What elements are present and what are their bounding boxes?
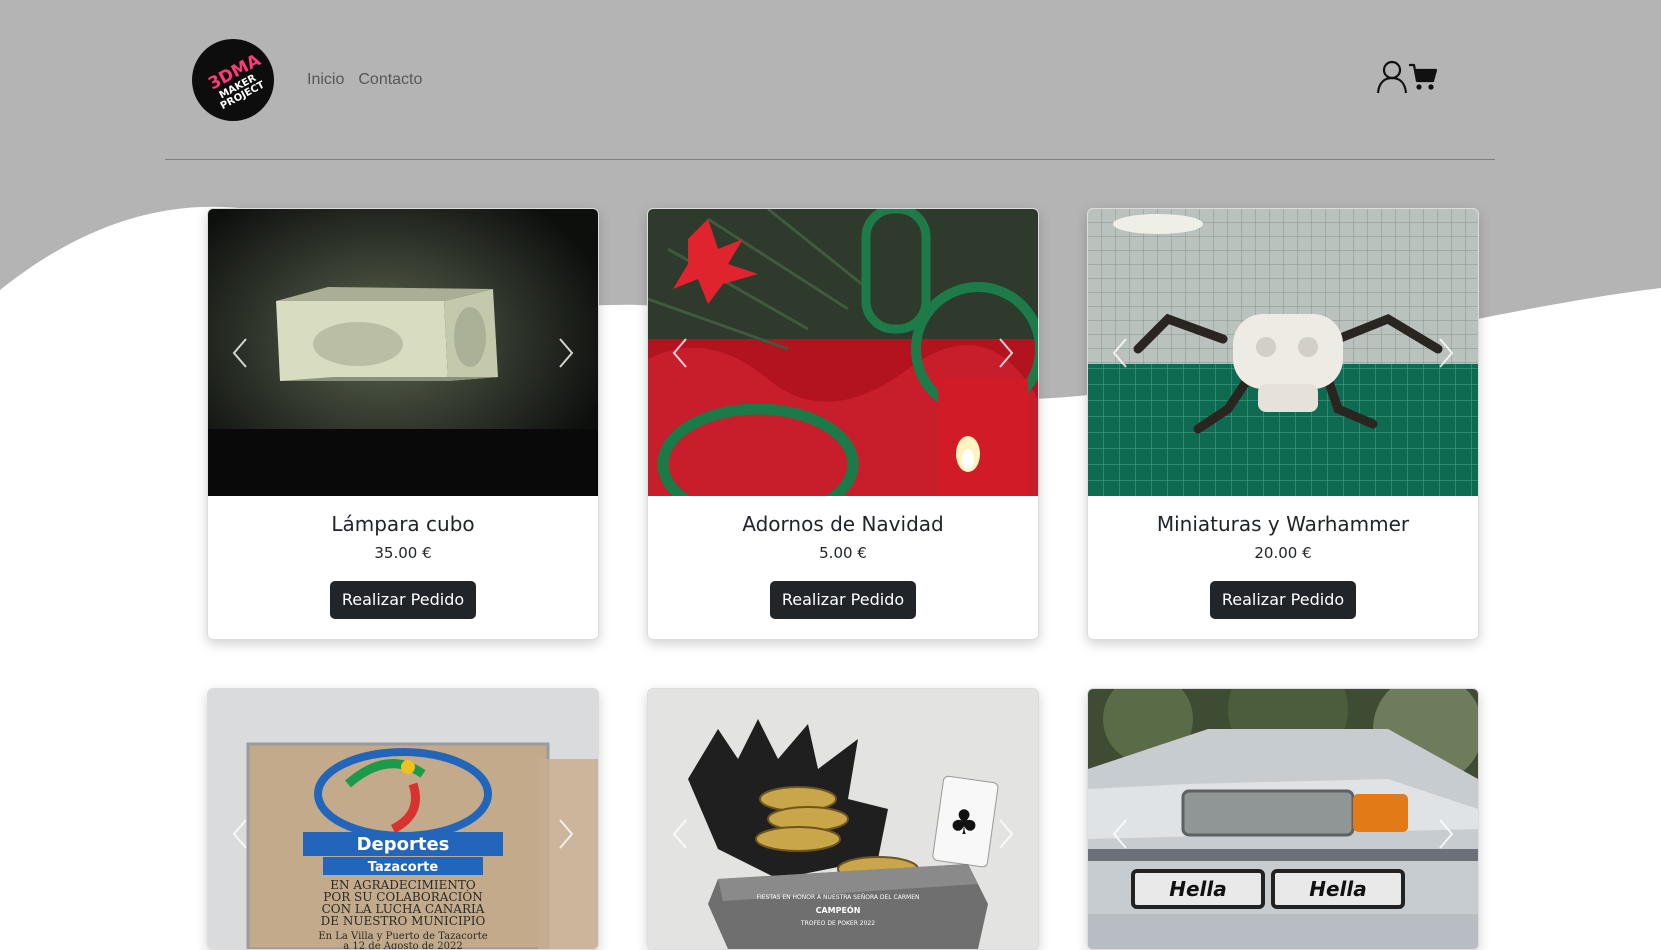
product-price: 20.00 €	[1254, 544, 1312, 562]
product-card: Hella Hella	[1087, 688, 1479, 950]
nav-link-inicio[interactable]: Inicio	[307, 70, 344, 90]
poker-trophy-photo: ♣ FIESTAS EN HONOR A NUESTRA SEÑORA DEL …	[648, 689, 1038, 949]
carousel-prev-button[interactable]	[228, 333, 252, 373]
plaque-line-6: a 12 de Agosto de 2022	[343, 941, 462, 949]
card-body: Miniaturas y Warhammer 20.00 € Realizar …	[1088, 496, 1478, 639]
christmas-ornaments-photo	[648, 209, 1038, 496]
plaque-line-4: DE NUESTRO MUNICIPIO	[321, 914, 486, 928]
product-title: Miniaturas y Warhammer	[1156, 512, 1410, 536]
carousel-next-button[interactable]	[994, 814, 1018, 854]
trophy-line-3: TROFEO DE POKER 2022	[800, 920, 875, 927]
user-icon[interactable]	[1376, 60, 1408, 98]
product-price: 5.00 €	[819, 544, 867, 562]
nav-icons	[1376, 60, 1438, 98]
product-carousel	[648, 209, 1038, 496]
carousel-prev-button[interactable]	[1108, 814, 1132, 854]
order-button[interactable]: Realizar Pedido	[329, 581, 477, 619]
header-divider	[165, 159, 1495, 160]
nav-link-contacto[interactable]: Contacto	[358, 70, 422, 90]
carousel-prev-button[interactable]	[668, 814, 692, 854]
product-price: 35.00 €	[374, 544, 432, 562]
product-carousel: Hella Hella	[1088, 689, 1478, 949]
carousel-next-button[interactable]	[1434, 814, 1458, 854]
product-carousel	[1088, 209, 1478, 496]
lithophane-lamp-photo	[208, 209, 598, 496]
product-title: Adornos de Navidad	[742, 512, 944, 536]
navbar: 3DMA MAKER PROJECT Inicio Contacto	[165, 0, 1495, 160]
carousel-prev-button[interactable]	[668, 333, 692, 373]
miniature-figure-photo	[1088, 209, 1478, 496]
product-carousel: Deportes Tazacorte EN AGRADECIMIENTO POR…	[208, 689, 598, 949]
order-button[interactable]: Realizar Pedido	[1209, 581, 1357, 619]
carousel-prev-button[interactable]	[1108, 333, 1132, 373]
carousel-next-button[interactable]	[994, 333, 1018, 373]
product-card: Lámpara cubo 35.00 € Realizar Pedido	[207, 208, 599, 640]
plaque-town-text: Tazacorte	[368, 860, 439, 875]
carousel-prev-button[interactable]	[228, 814, 252, 854]
card-body: Adornos de Navidad 5.00 € Realizar Pedid…	[648, 496, 1038, 639]
product-card: ♣ FIESTAS EN HONOR A NUESTRA SEÑORA DEL …	[647, 688, 1039, 950]
product-card: Adornos de Navidad 5.00 € Realizar Pedid…	[647, 208, 1039, 640]
club-suit-icon: ♣	[949, 803, 979, 843]
plaque-brand-text: Deportes	[357, 834, 450, 855]
product-carousel: ♣ FIESTAS EN HONOR A NUESTRA SEÑORA DEL …	[648, 689, 1038, 949]
carousel-next-button[interactable]	[554, 333, 578, 373]
brand-logo[interactable]: 3DMA MAKER PROJECT	[192, 39, 274, 121]
card-body: Lámpara cubo 35.00 € Realizar Pedido	[208, 496, 598, 639]
cart-icon[interactable]	[1408, 62, 1438, 96]
plate-text-right: Hella	[1309, 877, 1367, 901]
car-headlight-photo: Hella Hella	[1088, 689, 1478, 949]
order-button[interactable]: Realizar Pedido	[769, 581, 917, 619]
trophy-line-2: CAMPEÓN	[816, 904, 861, 915]
trophy-line-1: FIESTAS EN HONOR A NUESTRA SEÑORA DEL CA…	[757, 894, 920, 901]
plate-text-left: Hella	[1169, 877, 1227, 901]
carousel-next-button[interactable]	[554, 814, 578, 854]
product-card: Miniaturas y Warhammer 20.00 € Realizar …	[1087, 208, 1479, 640]
main-nav: Inicio Contacto	[307, 70, 422, 90]
commemorative-plaque-photo: Deportes Tazacorte EN AGRADECIMIENTO POR…	[208, 689, 598, 949]
product-card: Deportes Tazacorte EN AGRADECIMIENTO POR…	[207, 688, 599, 950]
carousel-next-button[interactable]	[1434, 333, 1458, 373]
product-title: Lámpara cubo	[331, 512, 475, 536]
product-carousel	[208, 209, 598, 496]
